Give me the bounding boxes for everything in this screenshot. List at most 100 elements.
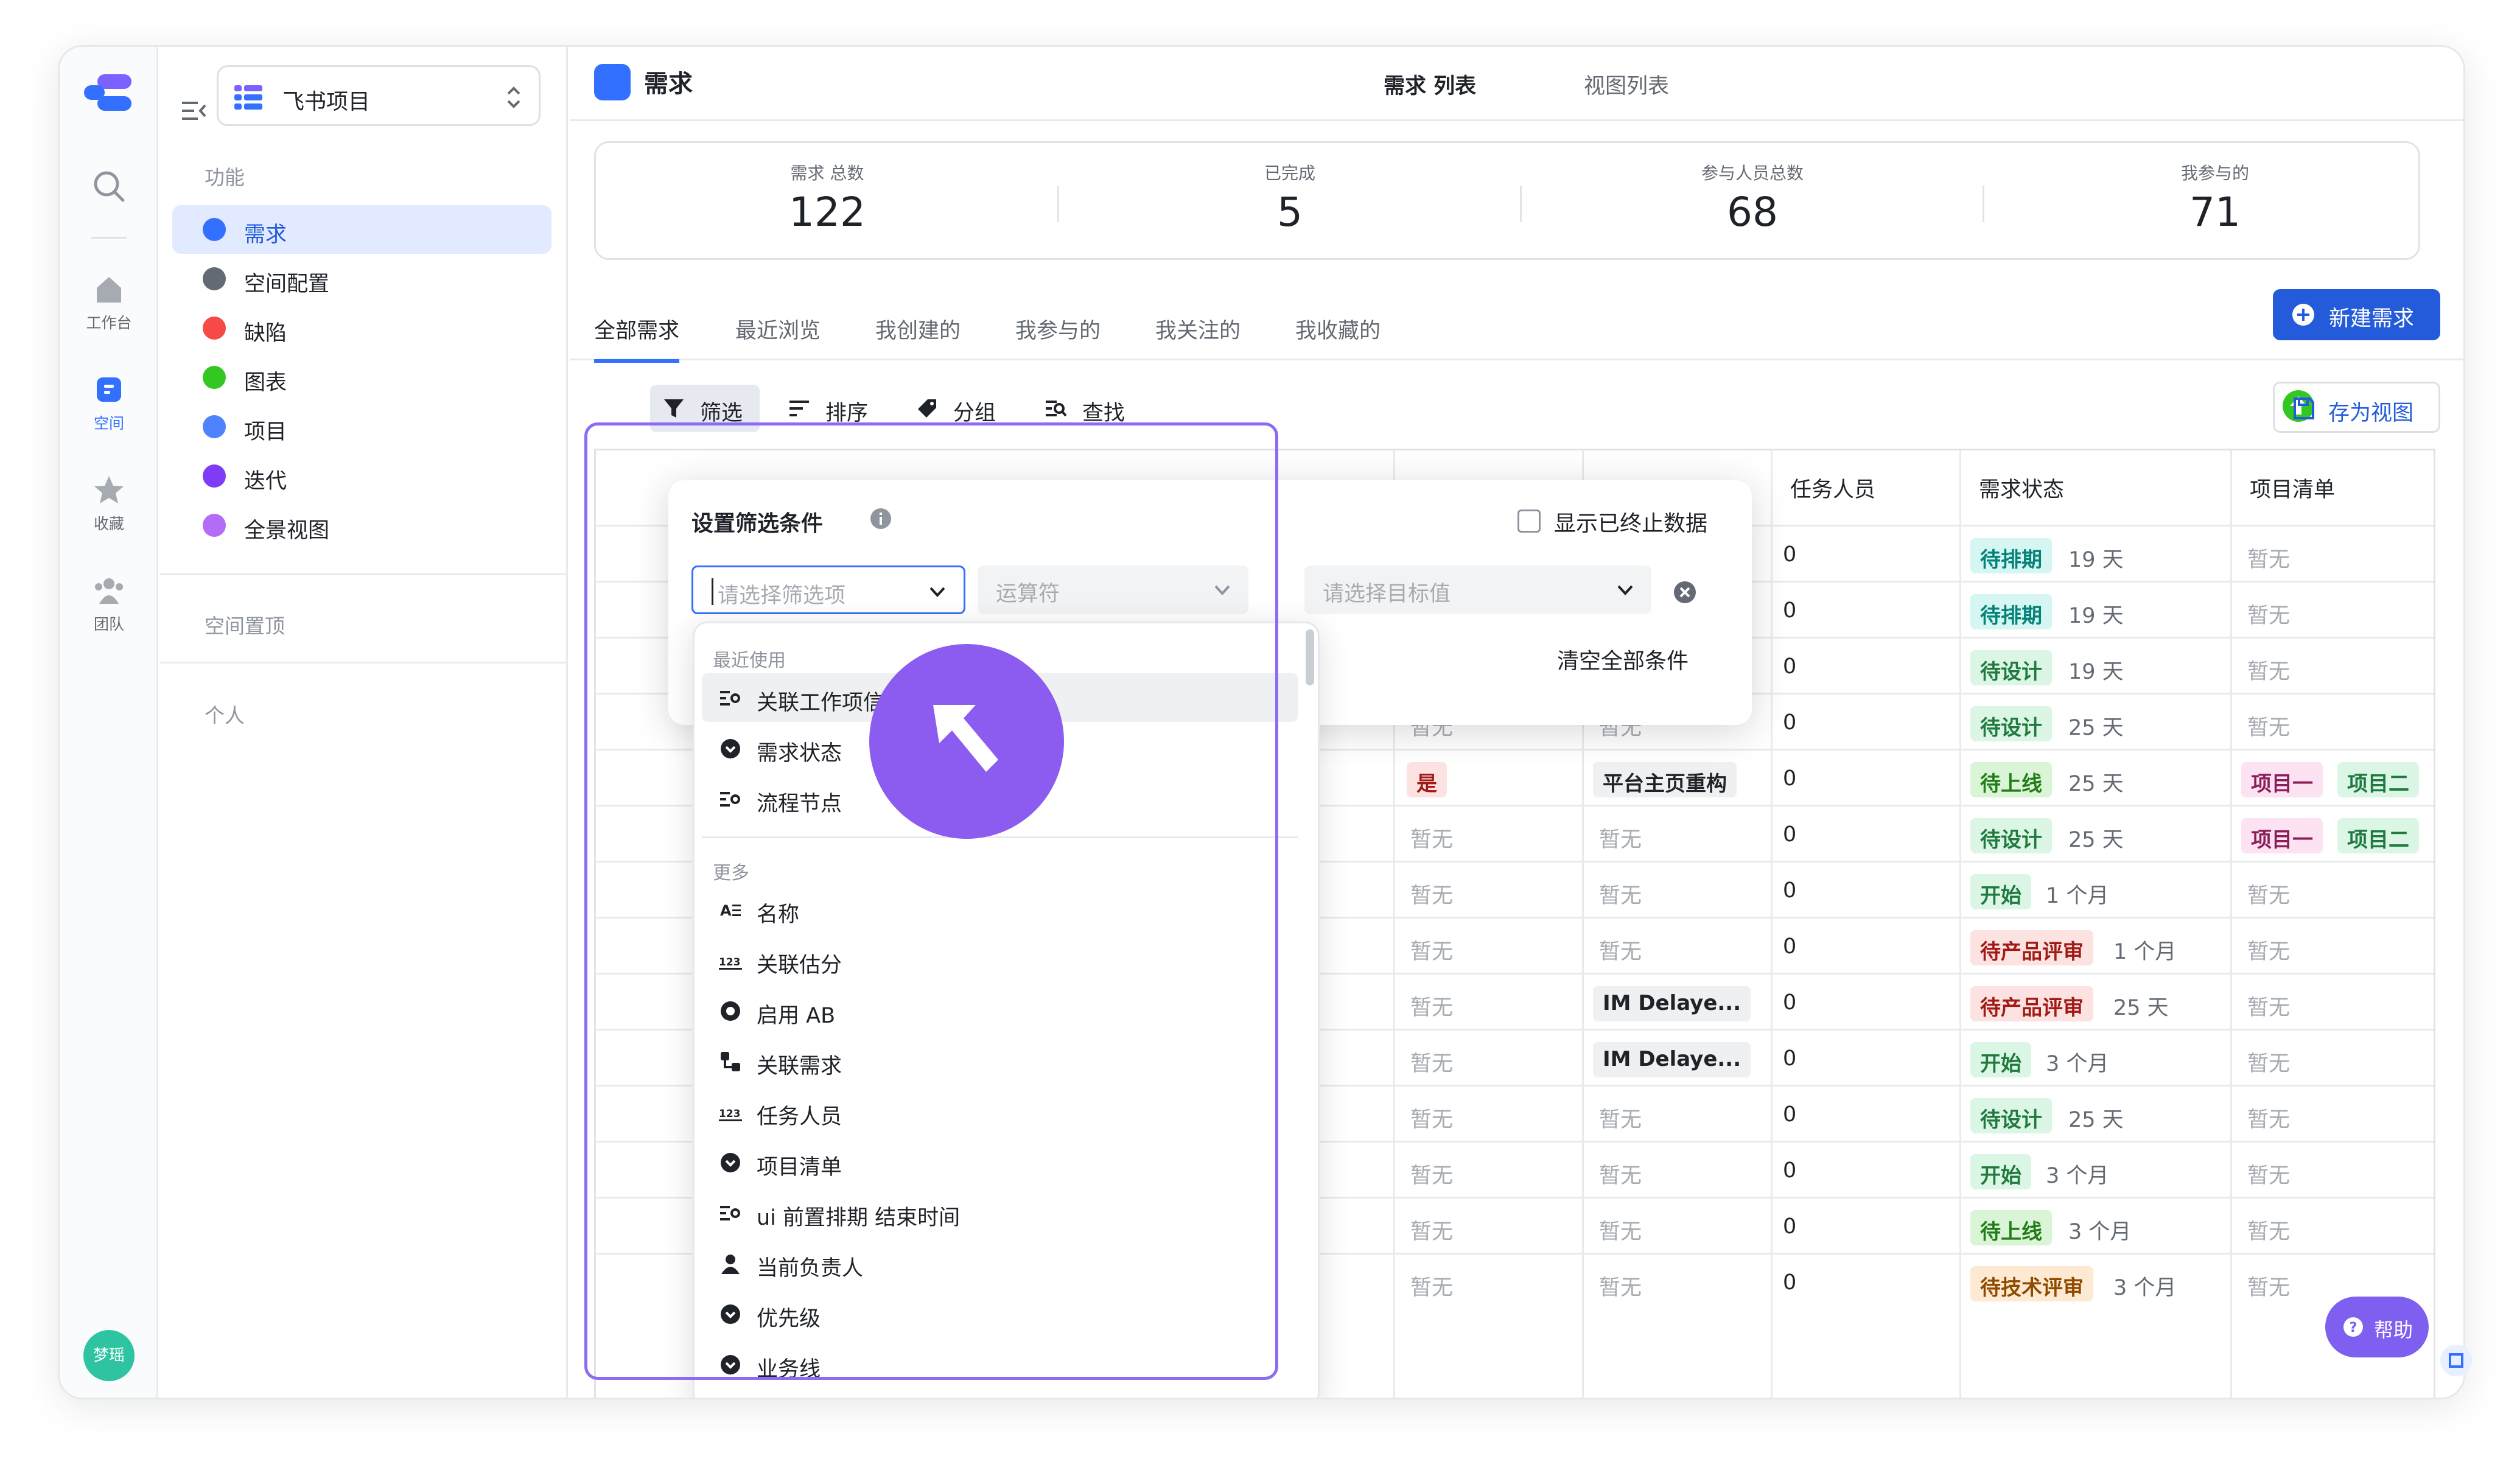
new-requirement-button[interactable]: 新建需求 (2273, 289, 2440, 340)
tab-following[interactable]: 我关注的 (1155, 313, 1241, 359)
sidebar-item-projects[interactable]: 项目 (172, 402, 551, 451)
find-button[interactable]: 查找 (1032, 385, 1142, 432)
cell-assignee: 0 (1771, 695, 1959, 752)
stat-label: 参与人员总数 (1701, 163, 1804, 183)
status-badge[interactable]: 开始 (1970, 874, 2031, 909)
show-terminated-checkbox[interactable] (1517, 509, 1541, 533)
sidebar-divider (160, 662, 568, 663)
dropdown-option[interactable]: 启用 AB (702, 986, 1298, 1035)
svg-text:?: ? (2350, 1320, 2357, 1336)
dropdown-option[interactable]: 关联需求 (702, 1037, 1298, 1085)
tab-participating[interactable]: 我参与的 (1015, 313, 1101, 359)
cell-projects: 暂无 (2230, 1087, 2434, 1144)
linked-tag[interactable]: IM Delaye... (1593, 1042, 1751, 1077)
status-badge[interactable]: 待技术评审 (1970, 1266, 2093, 1301)
dropdown-option[interactable]: 当前负责人 (702, 1239, 1298, 1287)
status-badge[interactable]: 待上线 (1970, 762, 2052, 797)
sidebar-item-defects[interactable]: 缺陷 (172, 304, 551, 352)
rail-item-space[interactable]: 空间 (60, 373, 158, 433)
empty-value: 暂无 (1410, 1052, 1454, 1076)
rail-item-team[interactable]: 团队 (60, 573, 158, 634)
target-value-select[interactable]: 请选择目标值 (1304, 565, 1651, 614)
status-badge[interactable]: 待设计 (1970, 650, 2052, 685)
sidebar-item-requirements[interactable]: 需求 (172, 205, 551, 254)
section-personal[interactable]: 个人 (205, 699, 245, 729)
status-duration: 3 个月 (2046, 1164, 2109, 1188)
project-tag[interactable]: 项目一 (2241, 818, 2323, 853)
status-badge[interactable]: 待产品评审 (1970, 986, 2093, 1021)
save-view-button[interactable]: 存为视图 (2273, 382, 2440, 433)
project-tag[interactable]: 项目一 (2241, 762, 2323, 797)
empty-value: 暂无 (1410, 1220, 1454, 1244)
dropdown-option-label: 启用 AB (757, 1004, 836, 1028)
tab-recent[interactable]: 最近浏览 (735, 313, 821, 359)
dropdown-option[interactable]: 123 任务人员 (702, 1087, 1298, 1136)
avatar[interactable]: 梦瑶 (83, 1330, 135, 1381)
section-pinned[interactable]: 空间置顶 (205, 610, 285, 639)
status-badge[interactable]: 开始 (1970, 1042, 2031, 1077)
shortcut-icon[interactable] (2438, 1342, 2474, 1379)
empty-value: 暂无 (2247, 1220, 2291, 1244)
tab-favorited[interactable]: 我收藏的 (1295, 313, 1381, 359)
status-badge[interactable]: 待排期 (1970, 538, 2052, 573)
linked-tag[interactable]: 平台主页重构 (1593, 762, 1737, 797)
help-button[interactable]: ? 帮助 (2325, 1297, 2429, 1357)
cell-flag: 暂无 (1393, 1143, 1582, 1200)
number-field-icon: 123 (719, 956, 742, 970)
project-tag[interactable]: 项目二 (2337, 762, 2419, 797)
project-tag[interactable]: 项目二 (2337, 818, 2419, 853)
column-header-assignee[interactable]: 任务人员 (1771, 450, 1959, 525)
dropdown-scrollbar[interactable] (1306, 629, 1314, 685)
dropdown-option[interactable]: 123 关联估分 (702, 936, 1298, 984)
column-header-status[interactable]: 需求状态 (1959, 450, 2230, 525)
chevron-down-icon (929, 587, 945, 597)
cell-assignee: 0 (1771, 1031, 1959, 1088)
search-icon[interactable] (91, 169, 127, 204)
info-icon[interactable] (869, 507, 892, 530)
empty-value: 暂无 (1410, 828, 1454, 852)
sort-button[interactable]: 排序 (775, 385, 885, 432)
filter-field-placeholder: 请选择筛选项 (718, 584, 846, 608)
column-header-projects[interactable]: 项目清单 (2230, 450, 2434, 525)
collapse-sidebar-icon[interactable] (178, 96, 209, 126)
filter-field-select[interactable]: 请选择筛选项 (691, 565, 965, 614)
empty-value: 暂无 (2247, 660, 2291, 684)
sidebar-item-iterations[interactable]: 迭代 (172, 452, 551, 500)
app-logo-icon[interactable] (84, 74, 133, 111)
tab-requirement-list[interactable]: 需求 列表 (1384, 69, 1476, 100)
status-badge[interactable]: 待产品评审 (1970, 930, 2093, 965)
tag-icon (918, 399, 936, 418)
operator-select[interactable]: 运算符 (978, 565, 1248, 614)
status-badge[interactable]: 开始 (1970, 1154, 2031, 1189)
cell-assignee: 0 (1771, 807, 1959, 864)
dropdown-option[interactable]: 业务线 (702, 1340, 1298, 1388)
sidebar-item-panorama[interactable]: 全景视图 (172, 501, 551, 550)
status-badge[interactable]: 待设计 (1970, 1098, 2052, 1133)
sidebar-item-charts[interactable]: 图表 (172, 353, 551, 402)
dropdown-option[interactable]: 项目清单 (702, 1138, 1298, 1186)
help-label: 帮助 (2374, 1318, 2413, 1342)
rail-item-favorites[interactable]: 收藏 (60, 473, 158, 534)
filter-label: 筛选 (700, 401, 743, 425)
empty-value: 暂无 (1599, 940, 1642, 964)
tab-all[interactable]: 全部需求 (594, 313, 680, 363)
linked-tag[interactable]: IM Delaye... (1593, 986, 1751, 1021)
status-badge[interactable]: 待设计 (1970, 706, 2052, 741)
filter-button[interactable]: 筛选 (650, 385, 760, 432)
sidebar-item-space-config[interactable]: 空间配置 (172, 254, 551, 303)
clear-all-conditions-button[interactable]: 清空全部条件 (1557, 643, 1689, 675)
status-badge[interactable]: 待排期 (1970, 594, 2052, 629)
cell-status: 待设计 25 天 (1959, 1087, 2230, 1144)
group-button[interactable]: 分组 (903, 385, 1013, 432)
tab-view-list[interactable]: 视图列表 (1584, 69, 1669, 100)
remove-condition-icon[interactable] (1673, 580, 1697, 604)
tab-created[interactable]: 我创建的 (875, 313, 961, 359)
space-selector[interactable]: 飞书项目 (217, 65, 541, 126)
rail-item-workbench[interactable]: 工作台 (60, 272, 158, 333)
status-badge[interactable]: 待上线 (1970, 1210, 2052, 1245)
dropdown-option[interactable]: 优先级 (702, 1289, 1298, 1338)
dropdown-option-label: 任务人员 (757, 1105, 842, 1129)
dropdown-option[interactable]: A 名称 (702, 885, 1298, 934)
status-badge[interactable]: 待设计 (1970, 818, 2052, 853)
dropdown-option[interactable]: ui 前置排期 结束时间 (702, 1188, 1298, 1237)
